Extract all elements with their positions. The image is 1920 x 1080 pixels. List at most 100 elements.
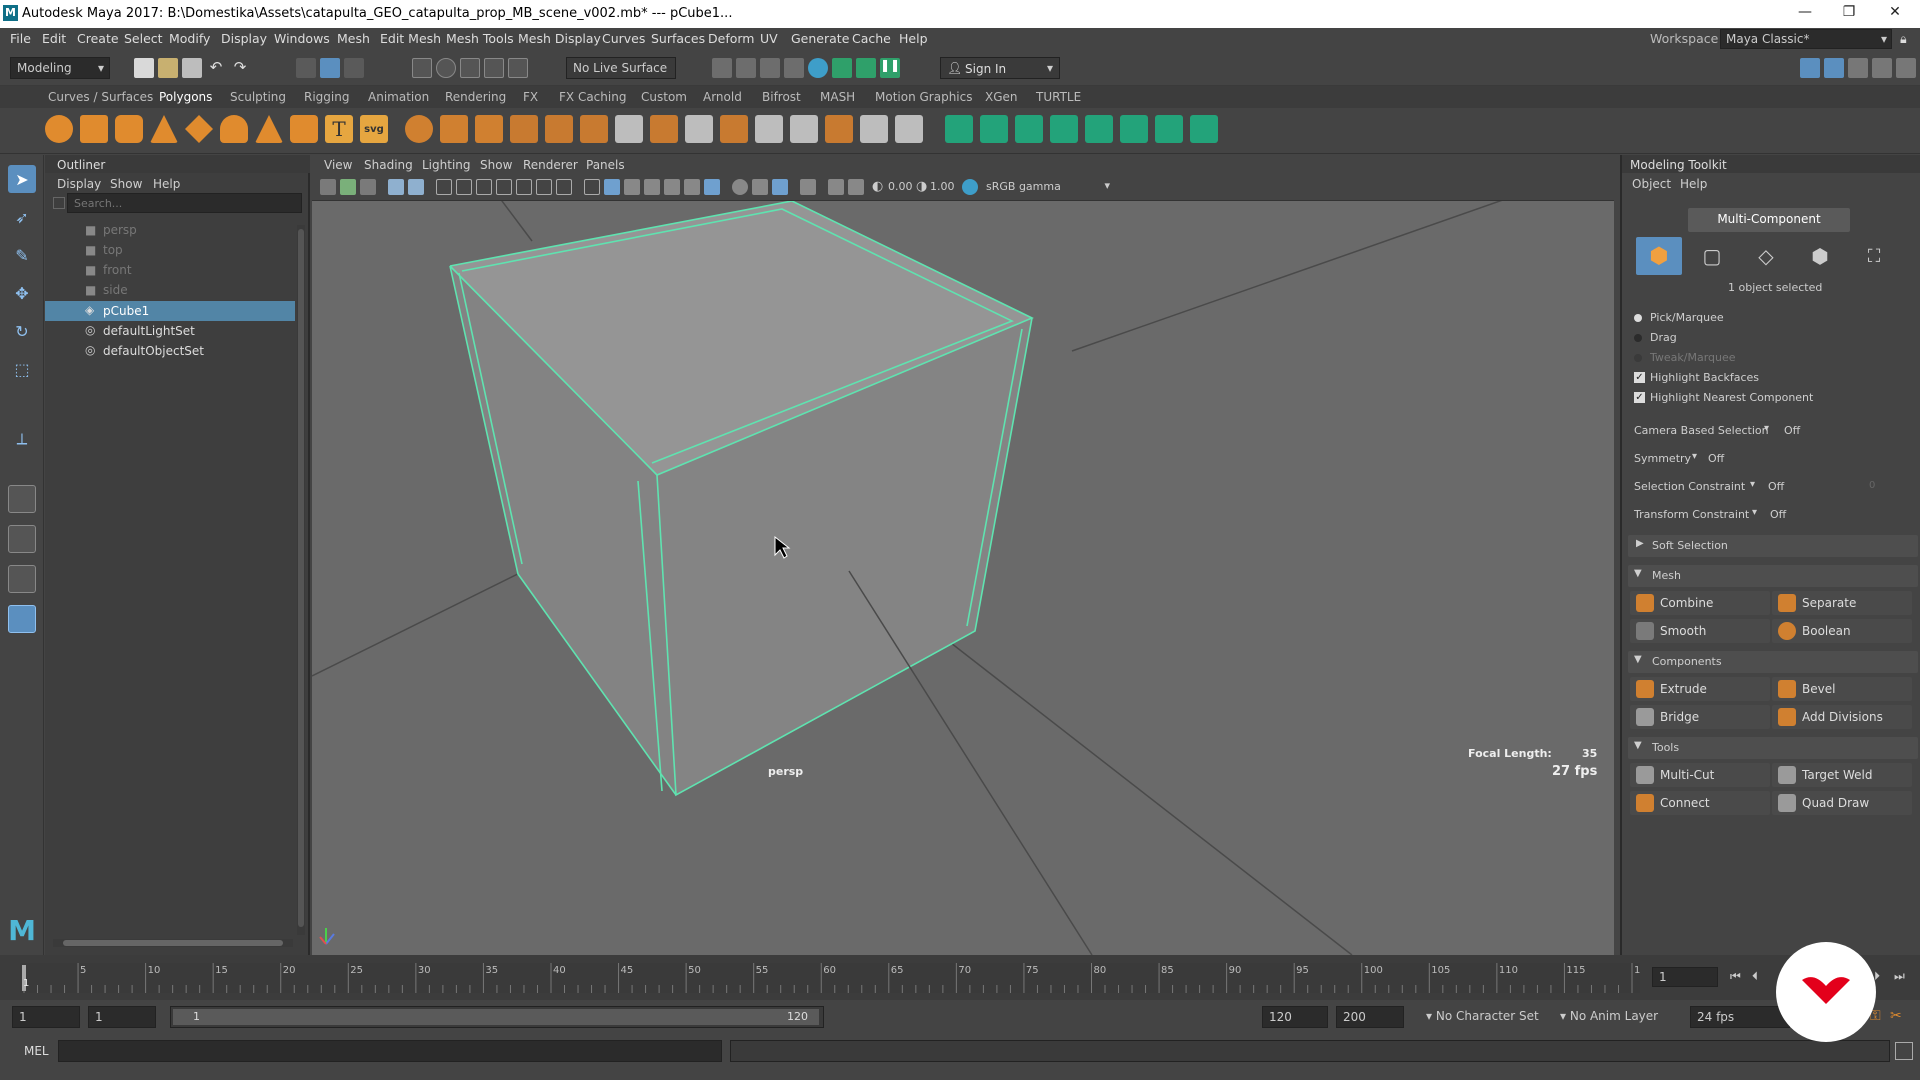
- shelf-tab-arnold[interactable]: Arnold: [703, 90, 742, 104]
- select-component-icon[interactable]: [344, 58, 364, 78]
- script-language-label[interactable]: MEL: [24, 1044, 49, 1058]
- mirror-shelf-icon[interactable]: [580, 115, 608, 143]
- outliner-menu-show[interactable]: Show: [110, 177, 142, 191]
- ipr-render-icon[interactable]: [760, 58, 780, 78]
- safe-title-icon[interactable]: [556, 179, 572, 195]
- hud-icon[interactable]: [828, 179, 844, 195]
- menu-edit-mesh[interactable]: Edit Mesh: [380, 31, 441, 46]
- go-to-end-icon[interactable]: ⏭: [1894, 969, 1905, 984]
- close-button[interactable]: ✕: [1880, 4, 1910, 24]
- arnold-render-icon[interactable]: [856, 58, 876, 78]
- uv-planar-shelf-icon[interactable]: [945, 115, 973, 143]
- extrude-shelf-icon[interactable]: [650, 115, 678, 143]
- shelf-tab-fx-caching[interactable]: FX Caching: [559, 90, 626, 104]
- outliner-menu-display[interactable]: Display: [57, 177, 101, 191]
- image-plane-icon[interactable]: [360, 179, 376, 195]
- wireframe-on-shaded-icon[interactable]: [624, 179, 640, 195]
- menu-display[interactable]: Display: [221, 31, 267, 46]
- pause-icon[interactable]: ❚❚: [880, 58, 900, 78]
- scale-tool-icon[interactable]: ⬚: [8, 355, 36, 383]
- toolkit-menu-object[interactable]: Object: [1632, 177, 1671, 191]
- fill-hole-shelf-icon[interactable]: [825, 115, 853, 143]
- merge-vertices-shelf-icon[interactable]: [895, 115, 923, 143]
- boolean-button[interactable]: Boolean: [1772, 619, 1912, 643]
- smooth-button[interactable]: Smooth: [1630, 619, 1770, 643]
- menu-windows[interactable]: Windows: [274, 31, 330, 46]
- render-settings-icon[interactable]: [784, 58, 804, 78]
- highlight-nearest-component-checkbox[interactable]: ✓ Highlight Nearest Component: [1634, 390, 1914, 408]
- move-tool-icon[interactable]: ✥: [8, 279, 36, 307]
- uv-sew-shelf-icon[interactable]: [1190, 115, 1218, 143]
- command-input[interactable]: [58, 1040, 722, 1062]
- outliner-item-default-object-set[interactable]: ◎ defaultObjectSet: [45, 341, 295, 361]
- attribute-editor-icon[interactable]: [1824, 58, 1844, 78]
- camera-based-selection-setting[interactable]: Camera Based Selection ▾ Off: [1634, 423, 1914, 441]
- uv-mode-button[interactable]: ⛶: [1854, 237, 1894, 275]
- components-section[interactable]: ▼ Components: [1628, 651, 1918, 673]
- menu-curves[interactable]: Curves: [602, 31, 645, 46]
- tweak-marquee-option[interactable]: Tweak/Marquee: [1634, 350, 1914, 368]
- shelf-tab-curves-surfaces[interactable]: Curves / Surfaces: [48, 90, 153, 104]
- select-tool-icon[interactable]: ➤: [8, 165, 36, 193]
- add-divisions-button[interactable]: Add Divisions: [1772, 705, 1912, 729]
- color-space-dropdown[interactable]: sRGB gamma ▾: [982, 178, 1114, 196]
- shelf-tab-sculpting[interactable]: Sculpting: [230, 90, 286, 104]
- safe-action-icon[interactable]: [536, 179, 552, 195]
- exposure-value[interactable]: 0.00: [888, 180, 913, 193]
- layers-icon[interactable]: [1896, 58, 1916, 78]
- scrollbar-thumb[interactable]: [63, 940, 283, 946]
- uv-auto-shelf-icon[interactable]: [1050, 115, 1078, 143]
- drag-option[interactable]: Drag: [1634, 330, 1914, 348]
- uv-layout-shelf-icon[interactable]: [1120, 115, 1148, 143]
- step-back-icon[interactable]: ⏴: [1752, 969, 1758, 984]
- ambient-occlusion-icon[interactable]: [704, 179, 720, 195]
- hypershade-icon[interactable]: [808, 58, 828, 78]
- save-scene-icon[interactable]: [182, 58, 202, 78]
- xray-active-icon[interactable]: [772, 179, 788, 195]
- camera-attributes-icon[interactable]: [320, 179, 336, 195]
- connect-button[interactable]: Connect: [1630, 791, 1770, 815]
- grease-pencil-icon[interactable]: [408, 179, 424, 195]
- snap-surface-icon[interactable]: [508, 58, 528, 78]
- poly-cylinder-icon[interactable]: [115, 115, 143, 143]
- menu-mesh[interactable]: Mesh: [337, 31, 370, 46]
- combine-button[interactable]: Combine: [1630, 591, 1770, 615]
- render-current-frame-icon[interactable]: [736, 58, 756, 78]
- shelf-tab-polygons[interactable]: Polygons: [159, 90, 212, 104]
- extrude-button[interactable]: Extrude: [1630, 677, 1770, 701]
- symmetry-setting[interactable]: Symmetry ▾ Off: [1634, 451, 1914, 469]
- single-view-icon[interactable]: [8, 485, 36, 513]
- insert-edge-loop-shelf-icon[interactable]: [755, 115, 783, 143]
- face-mode-button[interactable]: ⬢: [1800, 237, 1840, 275]
- target-weld-button[interactable]: Target Weld: [1772, 763, 1912, 787]
- poly-cube-icon[interactable]: [80, 115, 108, 143]
- open-scene-icon[interactable]: [158, 58, 178, 78]
- isolate-select-icon[interactable]: [800, 179, 816, 195]
- paint-select-tool-icon[interactable]: ✎: [8, 241, 36, 269]
- go-to-start-icon[interactable]: ⏮: [1730, 969, 1741, 984]
- snap-grid-icon[interactable]: [412, 58, 432, 78]
- menu-edit[interactable]: Edit: [42, 31, 66, 46]
- shelf-tab-rendering[interactable]: Rendering: [445, 90, 506, 104]
- xray-joints-icon[interactable]: [752, 179, 768, 195]
- anti-alias-icon[interactable]: [848, 179, 864, 195]
- live-surface-field[interactable]: No Live Surface: [566, 57, 676, 79]
- outliner-item-persp[interactable]: ■ persp: [45, 220, 295, 240]
- scrollbar-thumb[interactable]: [298, 229, 304, 927]
- toolkit-menu-help[interactable]: Help: [1680, 177, 1707, 191]
- film-gate-icon[interactable]: [456, 179, 472, 195]
- input-ops-icon[interactable]: [712, 58, 732, 78]
- range-slider-handle[interactable]: [173, 1009, 819, 1025]
- select-hierarchy-icon[interactable]: [296, 58, 316, 78]
- outliner-horizontal-scrollbar[interactable]: [53, 939, 293, 947]
- offset-edge-loop-shelf-icon[interactable]: [790, 115, 818, 143]
- separate-button[interactable]: Separate: [1772, 591, 1912, 615]
- outliner-search-input[interactable]: [67, 193, 302, 213]
- multi-component-button[interactable]: Multi-Component: [1688, 208, 1850, 232]
- bridge-shelf-icon[interactable]: [685, 115, 713, 143]
- workspace-dropdown[interactable]: Maya Classic* ▾: [1720, 29, 1892, 49]
- maximize-button[interactable]: ❐: [1834, 4, 1864, 24]
- soft-selection-section[interactable]: ▶ Soft Selection: [1628, 535, 1918, 557]
- menu-deform[interactable]: Deform: [708, 31, 754, 46]
- resolution-gate-icon[interactable]: [476, 179, 492, 195]
